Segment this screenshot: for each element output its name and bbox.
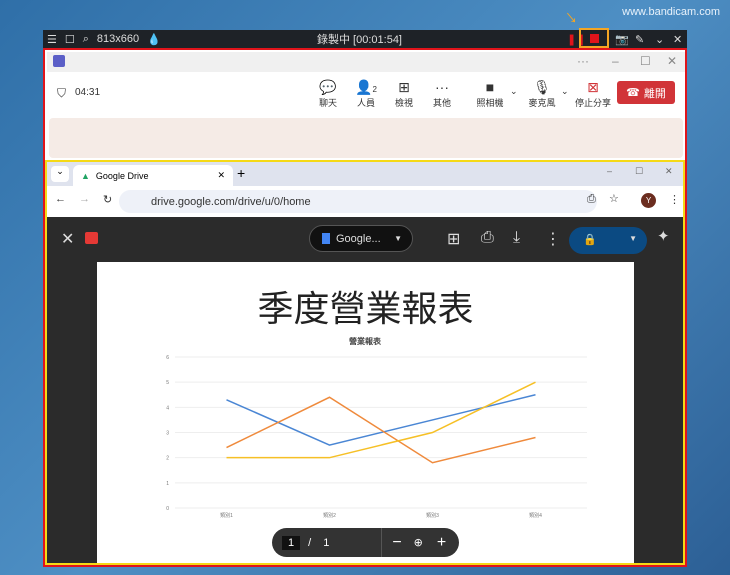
y-tick-label: 2 xyxy=(166,456,169,462)
stop-share-button[interactable]: ⊠ 停止分享 xyxy=(573,78,613,109)
page-controls: 1 / 1 − ⊕ + xyxy=(272,528,459,557)
menu-icon[interactable]: ⋮ xyxy=(669,193,680,206)
browser-tabstrip: ⌄ ▲ Google Drive ✕ + – ☐ ✕ xyxy=(47,162,683,186)
tab-search-icon[interactable]: ⌄ xyxy=(51,166,69,182)
chevron-down-icon[interactable]: ⌄ xyxy=(561,86,569,97)
bandicam-watermark: www.bandicam.com xyxy=(622,6,720,18)
minimize-icon[interactable]: – xyxy=(612,54,619,68)
meeting-timer: 04:31 xyxy=(75,87,101,98)
y-tick-label: 1 xyxy=(166,481,169,487)
select-area-icon[interactable]: ⌕ xyxy=(83,33,89,46)
collapse-icon[interactable]: ⌄ xyxy=(655,33,664,46)
lock-icon: 🔒 xyxy=(583,234,597,246)
shield-icon: ⛉ xyxy=(57,86,67,100)
camera-button[interactable]: ■ 照相機 xyxy=(475,78,505,109)
address-bar-row: ← → ↻ drive.google.com/drive/u/0/home ⎙ … xyxy=(47,186,683,217)
shared-screen-frame: ⌄ ▲ Google Drive ✕ + – ☐ ✕ ← → ↻ drive.goo… xyxy=(45,160,685,565)
forward-icon[interactable]: → xyxy=(79,193,90,205)
maximize-icon[interactable]: ☐ xyxy=(635,166,643,177)
pdf-icon xyxy=(85,232,98,244)
close-icon[interactable]: ✕ xyxy=(665,166,673,177)
docs-icon xyxy=(322,233,330,244)
dropdown-icon[interactable]: ▼ xyxy=(629,234,637,243)
close-viewer-icon[interactable]: ✕ xyxy=(61,229,74,249)
stop-record-button[interactable] xyxy=(579,28,609,48)
teams-titlebar: ··· – ☐ ✕ xyxy=(47,52,685,72)
phone-icon: ☎ xyxy=(626,87,640,99)
maximize-icon[interactable]: ☐ xyxy=(640,54,651,68)
y-tick-label: 5 xyxy=(166,380,169,386)
chat-button[interactable]: 💬 聊天 xyxy=(313,78,343,109)
y-tick-label: 3 xyxy=(166,431,169,437)
pdf-page: 季度營業報表 營業報表0123456類別1類別2類別3類別4系列 1系列 2系列… xyxy=(97,262,634,563)
screenshot-icon[interactable]: 📷 xyxy=(615,33,629,46)
avatar[interactable]: Y xyxy=(641,193,656,208)
chat-icon: 💬 xyxy=(319,79,337,95)
page-total: 1 xyxy=(323,536,330,549)
add-comment-icon[interactable]: ⊞ xyxy=(447,229,460,249)
more-icon[interactable]: ⋮ xyxy=(545,229,561,249)
more-icon: ··· xyxy=(435,79,449,95)
leave-button[interactable]: ☎ 離開 xyxy=(617,81,675,104)
print-icon[interactable]: ⎙ xyxy=(481,229,494,247)
window-icon[interactable]: ☐ xyxy=(65,33,75,46)
dropdown-icon[interactable]: ▼ xyxy=(394,234,402,243)
y-tick-label: 0 xyxy=(166,506,169,512)
chevron-down-icon[interactable]: ⌄ xyxy=(510,86,518,97)
y-tick-label: 6 xyxy=(166,355,169,361)
open-with-button[interactable]: Google... ▼ xyxy=(309,225,413,252)
meeting-stage xyxy=(49,118,683,158)
arrow-icon: ↓ xyxy=(559,5,582,29)
resolution: 813x660 xyxy=(96,33,140,45)
bandicam-toolbar: ☰ ☐ ⌕ 813x660 💧 錄製中 [00:01:54] ❚❚ 📷 ✎ ⌄ … xyxy=(43,28,687,48)
install-icon[interactable]: ⎙ xyxy=(587,193,596,206)
people-button[interactable]: 👤2 人員 xyxy=(351,78,381,109)
pencil-icon[interactable]: ✎ xyxy=(635,33,644,46)
page-input[interactable]: 1 xyxy=(282,535,301,550)
close-icon[interactable]: ✕ xyxy=(667,54,677,68)
y-tick-label: 4 xyxy=(166,405,169,411)
x-tick-label: 類別3 xyxy=(426,512,439,519)
menu-icon[interactable]: ☰ xyxy=(47,33,57,46)
minimize-icon[interactable]: – xyxy=(607,166,612,176)
stop-share-icon: ⊠ xyxy=(587,79,599,95)
recording-status: 錄製中 [00:01:54] xyxy=(317,34,402,46)
grid-icon: ⊞ xyxy=(398,79,410,95)
bookmark-star-icon[interactable]: ☆ xyxy=(609,192,619,205)
teams-meeting-toolbar: ⛉ 04:31 💬 聊天 👤2 人員 ⊞ 檢視 ··· 其他 ■ 照相機 ⌄ 🎙 麥克風 ⌄… xyxy=(47,72,685,116)
drop-icon[interactable]: 💧 xyxy=(147,33,161,46)
more-button[interactable]: ··· 其他 xyxy=(427,78,457,109)
url-bar[interactable]: drive.google.com/drive/u/0/home xyxy=(119,190,597,213)
x-tick-label: 類別4 xyxy=(529,512,542,519)
tab-google-drive[interactable]: ▲ Google Drive ✕ xyxy=(73,165,233,186)
zoom-in-icon[interactable]: + xyxy=(437,534,446,552)
new-tab-icon[interactable]: + xyxy=(237,165,245,181)
zoom-fit-icon[interactable]: ⊕ xyxy=(414,536,423,549)
reload-icon[interactable]: ↻ xyxy=(103,193,112,206)
x-tick-label: 類別1 xyxy=(220,512,233,519)
series-line-1 xyxy=(226,394,536,446)
gemini-sparkle-icon[interactable]: ✦ xyxy=(657,227,670,245)
recording-frame: ··· – ☐ ✕ ⛉ 04:31 💬 聊天 👤2 人員 ⊞ 檢視 ··· 其他 ■ 照相… xyxy=(43,48,687,567)
back-icon[interactable]: ← xyxy=(55,193,66,205)
zoom-out-icon[interactable]: − xyxy=(392,534,401,552)
share-button[interactable]: 🔒 ▼ xyxy=(569,227,647,254)
camera-icon: ■ xyxy=(485,79,495,95)
more-icon[interactable]: ··· xyxy=(577,54,589,68)
people-icon: 👤2 xyxy=(355,79,377,95)
view-button[interactable]: ⊞ 檢視 xyxy=(389,78,419,109)
chart-title: 營業報表 xyxy=(349,336,382,346)
close-icon[interactable]: ✕ xyxy=(673,33,682,46)
download-icon[interactable]: ⤓ xyxy=(513,229,520,247)
close-tab-icon[interactable]: ✕ xyxy=(217,170,225,181)
mic-icon: 🎙 xyxy=(533,79,551,95)
x-tick-label: 類別2 xyxy=(323,512,336,519)
drive-icon: ▲ xyxy=(81,170,90,181)
line-chart: 營業報表0123456類別1類別2類別3類別4系列 1系列 2系列 3 xyxy=(166,336,587,535)
mic-button[interactable]: 🎙 麥克風 xyxy=(527,78,557,109)
pdf-viewer-toolbar: ✕ Google... ▼ ⊞ ⎙ ⤓ ⋮ 🔒 ▼ ✦ xyxy=(47,217,683,261)
teams-logo-icon xyxy=(53,55,65,67)
